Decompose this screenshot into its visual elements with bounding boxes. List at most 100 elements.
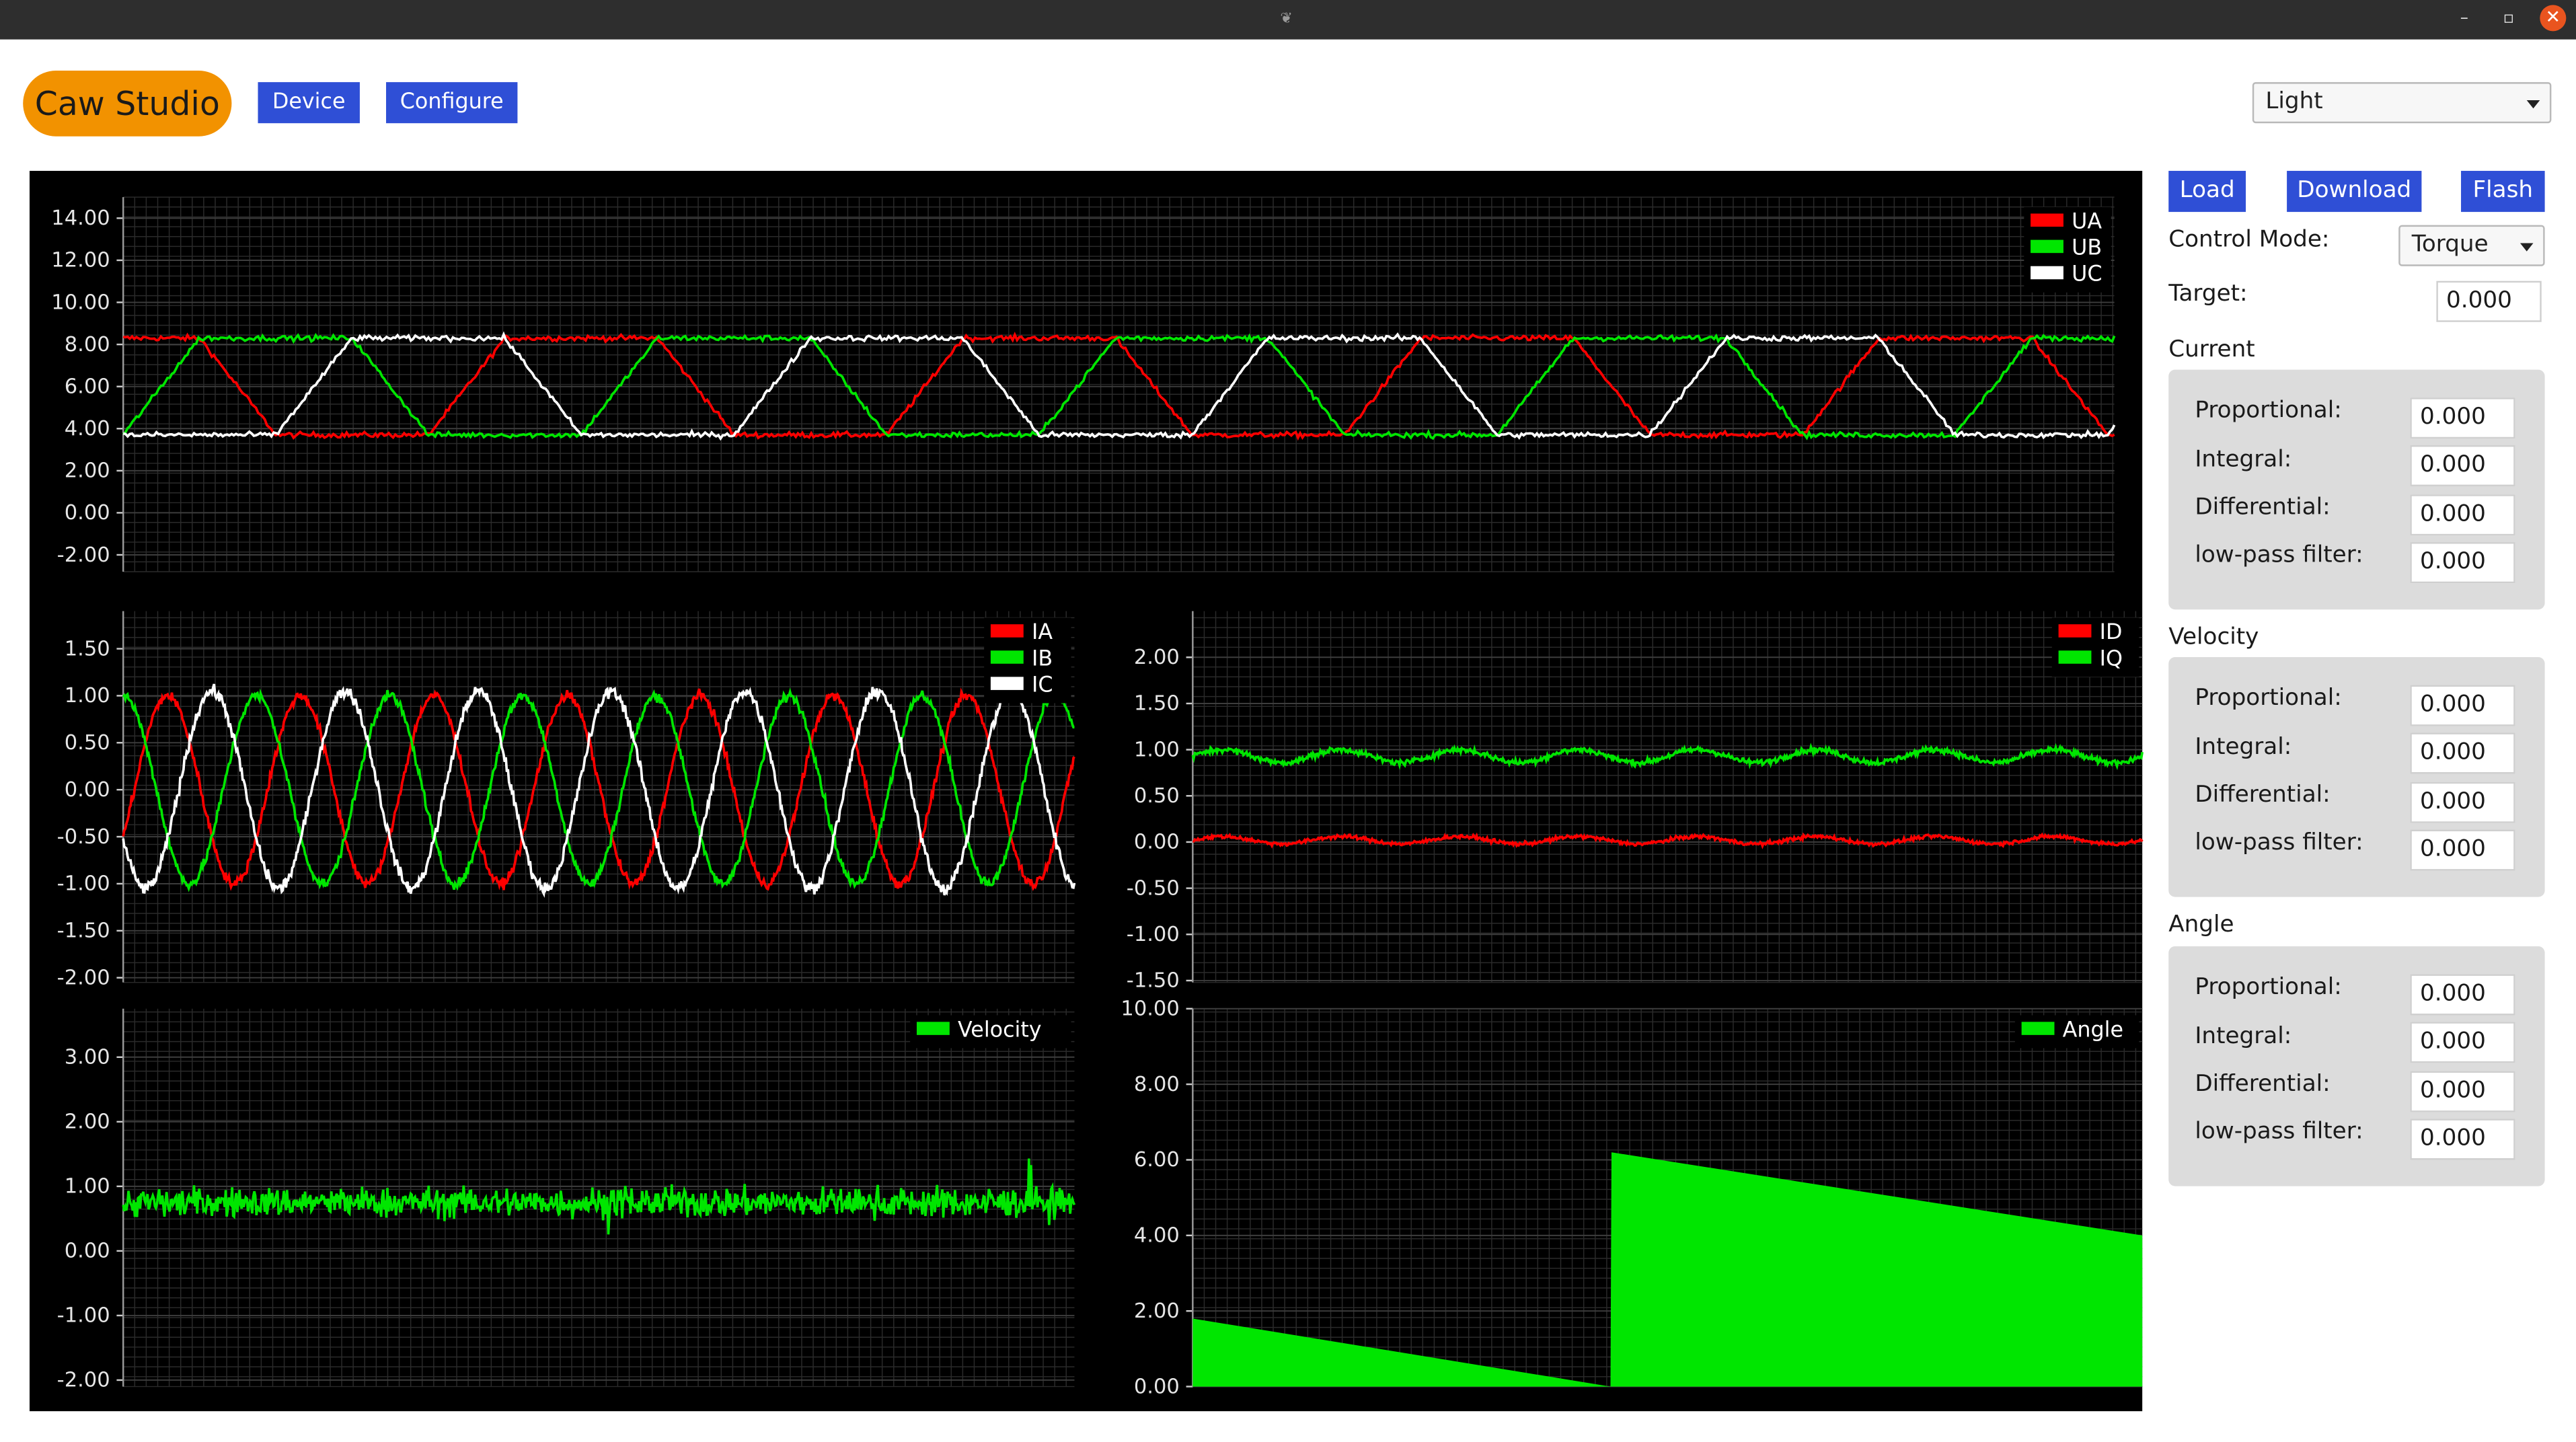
velocity-proportional-input[interactable]: 0.000: [2410, 685, 2515, 726]
chart-grid: [122, 196, 2115, 572]
legend-swatch: [2031, 213, 2063, 227]
y-tick-label: -1.50: [1127, 969, 1180, 993]
y-tick-label: 1.00: [65, 684, 110, 708]
legend-label: UA: [2072, 210, 2102, 234]
target-label: Target:: [2168, 280, 2248, 307]
legend-swatch: [2058, 624, 2092, 638]
voltage-chart: 14.00 12.00 10.00 8.00 6.00 4.00 2.00 0.00 -2.00…: [51, 196, 2116, 572]
y-tick-label: 0.00: [65, 778, 110, 802]
angle-proportional-input[interactable]: 0.000: [2410, 974, 2515, 1016]
angle-lowpass-input[interactable]: 0.000: [2410, 1118, 2515, 1160]
current-differential-input[interactable]: 0.000: [2410, 494, 2515, 536]
target-input[interactable]: 0.000: [2436, 280, 2542, 322]
y-tick-label: 4.00: [1134, 1224, 1180, 1248]
angle-differential-input[interactable]: 0.000: [2410, 1071, 2515, 1112]
legend-label: ID: [2100, 620, 2123, 644]
current-group-title: Current: [2168, 336, 2255, 363]
device-button[interactable]: Device: [258, 82, 360, 124]
flash-button[interactable]: Flash: [2461, 171, 2545, 213]
app-window-icon: ❦: [1280, 11, 1293, 28]
velocity-integral-input[interactable]: 0.000: [2410, 732, 2515, 774]
current-integral-input[interactable]: 0.000: [2410, 445, 2515, 487]
legend-label: Velocity: [958, 1018, 1042, 1042]
velocity-lowpass-input[interactable]: 0.000: [2410, 829, 2515, 871]
y-tick-label: 2.00: [1134, 1299, 1180, 1323]
y-tick-label: 0.00: [1134, 831, 1180, 854]
dq-current-chart: 2.00 1.50 1.00 0.50 0.00 -0.50 -1.00 -1.50 IDIQ: [1127, 611, 2144, 993]
angle-chart: 10.00 8.00 6.00 4.00 2.00 0.00 Angle: [1121, 997, 2143, 1398]
chevron-down-icon: [2520, 242, 2534, 251]
y-tick-label: -0.50: [57, 825, 110, 849]
load-button[interactable]: Load: [2168, 171, 2246, 213]
legend-swatch: [2058, 650, 2092, 664]
y-tick-label: 0.00: [65, 501, 110, 525]
legend-swatch: [2031, 239, 2063, 254]
y-tick-label: -1.00: [1127, 923, 1180, 946]
angle-integral-input[interactable]: 0.000: [2410, 1022, 2515, 1063]
y-tick-label: 8.00: [65, 333, 110, 356]
y-tick-label: -1.50: [57, 919, 110, 943]
maximize-icon[interactable]: ▫: [2495, 7, 2522, 33]
current-lowpass-input[interactable]: 0.000: [2410, 542, 2515, 584]
configure-button[interactable]: Configure: [386, 82, 518, 124]
control-mode-value: Torque: [2411, 231, 2489, 258]
current-proportional-input[interactable]: 0.000: [2410, 397, 2515, 439]
legend-swatch: [2021, 1022, 2055, 1035]
velocity-integral-label: Integral:: [2195, 734, 2292, 761]
close-icon[interactable]: ✕: [2540, 5, 2567, 32]
legend-label: UC: [2072, 262, 2102, 287]
y-tick-label: -2.00: [57, 966, 110, 989]
y-tick-label: 0.50: [65, 731, 110, 755]
minimize-icon[interactable]: –: [2451, 7, 2477, 33]
phase-current-chart: 1.50 1.00 0.50 0.00 -0.50 -1.00 -1.50 -2.00 IAIB…: [57, 611, 1076, 989]
y-tick-label: 14.00: [51, 206, 110, 230]
legend-label: IB: [1032, 646, 1053, 671]
legend-label: UB: [2072, 236, 2102, 260]
y-tick-label: 1.50: [1134, 692, 1180, 716]
series-area-angle: [1192, 1152, 2143, 1387]
y-tick-label: 0.50: [1134, 784, 1180, 808]
y-tick-label: 6.00: [1134, 1148, 1180, 1172]
download-button[interactable]: Download: [2287, 171, 2422, 213]
legend-label: IA: [1032, 620, 1053, 644]
angle-integral-label: Integral:: [2195, 1023, 2292, 1050]
y-tick-label: 4.00: [65, 417, 110, 441]
chart-legend: IDIQ: [2051, 617, 2139, 677]
current-pid-group: Proportional: 0.000 Integral: 0.000 Diff…: [2168, 369, 2545, 610]
velocity-differential-label: Differential:: [2195, 782, 2331, 808]
legend-swatch: [990, 650, 1024, 664]
control-mode-select[interactable]: Torque: [2398, 225, 2545, 266]
current-lowpass-label: low-pass filter:: [2195, 542, 2363, 569]
y-tick-label: -0.50: [1127, 876, 1180, 900]
chart-legend: IAIBIC: [984, 617, 1071, 704]
y-tick-label: 8.00: [1134, 1073, 1180, 1096]
y-tick-label: 0.00: [1134, 1375, 1180, 1398]
y-tick-label: 6.00: [65, 375, 110, 398]
legend-swatch: [916, 1022, 950, 1035]
velocity-differential-input[interactable]: 0.000: [2410, 782, 2515, 823]
y-tick-label: 10.00: [1121, 997, 1179, 1021]
y-tick-label: -2.00: [57, 1369, 110, 1392]
y-tick-label: -1.00: [57, 1304, 110, 1328]
legend-label: Angle: [2063, 1018, 2123, 1042]
legend-label: IQ: [2100, 646, 2123, 671]
y-tick-label: -2.00: [57, 543, 110, 567]
y-tick-label: 2.00: [1134, 646, 1180, 669]
chart-legend: UAUBUC: [2024, 206, 2111, 293]
legend-swatch: [990, 624, 1024, 638]
angle-lowpass-label: low-pass filter:: [2195, 1118, 2363, 1145]
velocity-group-title: Velocity: [2168, 624, 2259, 651]
velocity-proportional-label: Proportional:: [2195, 685, 2342, 712]
chart-grid: [1192, 611, 2143, 983]
y-tick-label: 1.00: [65, 1175, 110, 1199]
y-tick-label: 0.00: [65, 1240, 110, 1263]
app-logo: Caw Studio: [23, 71, 232, 137]
angle-pid-group: Proportional: 0.000 Integral: 0.000 Diff…: [2168, 946, 2545, 1186]
y-tick-label: 2.00: [65, 1110, 110, 1134]
y-tick-label: -1.00: [57, 872, 110, 896]
y-tick-label: 12.00: [51, 249, 110, 272]
legend-label: IC: [1032, 673, 1053, 697]
angle-group-title: Angle: [2168, 911, 2234, 938]
y-tick-label: 1.00: [1134, 738, 1180, 761]
theme-select[interactable]: Light: [2252, 82, 2552, 124]
